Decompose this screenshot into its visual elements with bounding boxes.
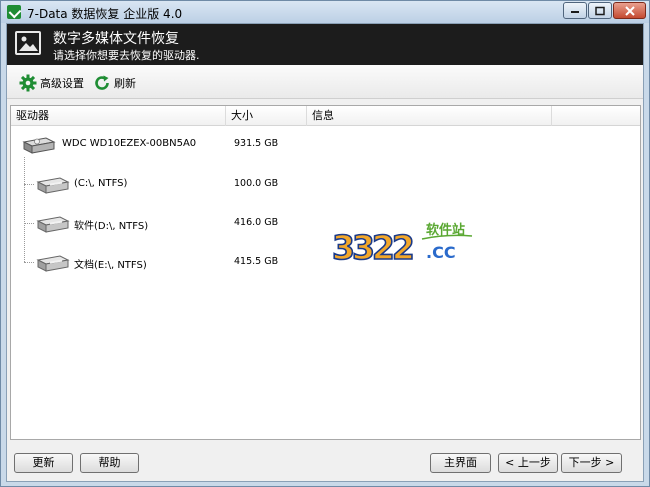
drive-name: WDC WD10EZEX-00BN5A0 (62, 138, 197, 149)
partition-name: 软件(D:\, NTFS) (74, 221, 149, 232)
table-row-partition-c[interactable]: (C:\, NTFS) 100.0 GB (11, 174, 640, 196)
page-title: 数字多媒体文件恢复 (53, 31, 179, 47)
minimize-button[interactable] (563, 2, 587, 19)
refresh-label: 刷新 (114, 77, 136, 90)
table-row-partition-d[interactable]: 软件(D:\, NTFS) 416.0 GB (11, 213, 640, 235)
close-icon (624, 5, 635, 16)
drive-list[interactable]: 驱动器 大小 信息 WDC WD10EZEX-00BN5A0 931.5 GB (10, 105, 641, 440)
partition-size: 100.0 GB (234, 178, 279, 189)
app-logo-icon (7, 5, 21, 19)
help-button[interactable]: 帮助 (80, 453, 139, 473)
drive-size: 931.5 GB (234, 138, 279, 149)
watermark-logo: 3322 软件站 .CC (331, 222, 473, 268)
app-window: 7-Data 数据恢复 企业版 4.0 数字多媒体文件恢复 请选择你想要去恢复的… (0, 0, 650, 487)
toolbar: 高级设置 刷新 (7, 65, 643, 99)
advanced-settings-label: 高级设置 (40, 77, 84, 90)
column-header-size[interactable]: 大小 (226, 106, 307, 126)
maximize-icon (595, 6, 605, 15)
gear-icon (19, 74, 37, 92)
column-header-drive[interactable]: 驱动器 (11, 106, 226, 126)
watermark-number: 3322 (332, 228, 413, 267)
refresh-icon (95, 75, 109, 90)
watermark-suffix: .CC (426, 243, 456, 262)
image-icon (15, 31, 41, 55)
next-button[interactable]: 下一步 > (561, 453, 622, 473)
previous-button[interactable]: < 上一步 (498, 453, 558, 473)
partition-icon (36, 255, 70, 272)
maximize-button[interactable] (588, 2, 612, 19)
refresh-button[interactable]: 刷新 (93, 73, 136, 93)
partition-icon (36, 177, 70, 194)
partition-size: 415.5 GB (234, 256, 279, 267)
hard-disk-icon (22, 137, 56, 154)
table-row-partition-e[interactable]: 文档(E:\, NTFS) 415.5 GB (11, 252, 640, 274)
page-subtitle: 请选择你想要去恢复的驱动器. (53, 49, 200, 62)
column-header-info[interactable]: 信息 (307, 106, 552, 126)
partition-name: 文档(E:\, NTFS) (74, 260, 147, 271)
partition-name: (C:\, NTFS) (74, 178, 128, 189)
close-button[interactable] (613, 2, 646, 19)
column-header-row: 驱动器 大小 信息 (11, 106, 640, 126)
title-bar[interactable]: 7-Data 数据恢复 企业版 4.0 (1, 1, 649, 23)
table-row-disk[interactable]: WDC WD10EZEX-00BN5A0 931.5 GB (11, 134, 640, 156)
main-menu-button[interactable]: 主界面 (430, 453, 491, 473)
update-button[interactable]: 更新 (14, 453, 73, 473)
wizard-header: 数字多媒体文件恢复 请选择你想要去恢复的驱动器. (7, 24, 643, 65)
advanced-settings-button[interactable]: 高级设置 (19, 73, 84, 93)
partition-icon (36, 216, 70, 233)
partition-size: 416.0 GB (234, 217, 279, 228)
window-title: 7-Data 数据恢复 企业版 4.0 (27, 7, 183, 21)
client-area: 数字多媒体文件恢复 请选择你想要去恢复的驱动器. 高级设置 刷新 驱动器 大小 … (6, 23, 644, 482)
tree-line (24, 157, 25, 262)
minimize-icon (571, 10, 579, 13)
